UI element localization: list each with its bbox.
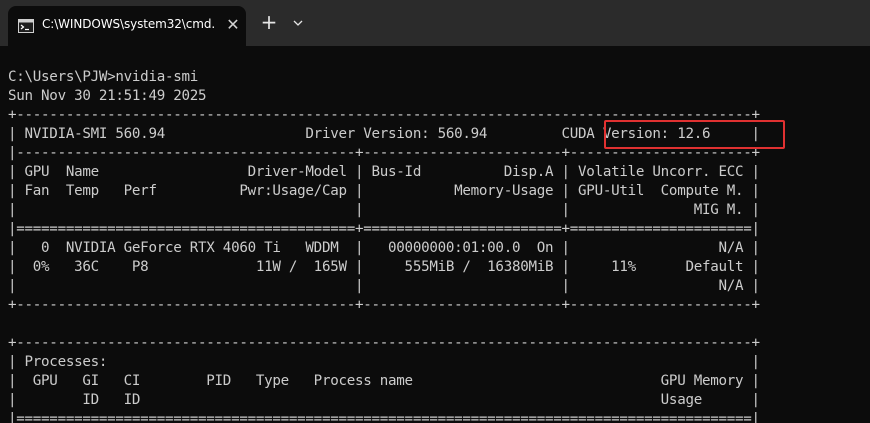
terminal-line: +---------------------------------------… xyxy=(8,335,760,351)
terminal-line: |=======================================… xyxy=(8,221,760,237)
close-icon[interactable]: ✕ xyxy=(224,16,242,34)
new-tab-button[interactable]: + xyxy=(258,12,280,34)
terminal-line: | | | MIG M. | xyxy=(8,202,760,218)
tab-title: C:\WINDOWS\system32\cmd. xyxy=(42,17,216,31)
terminal-line: |=======================================… xyxy=(8,411,760,423)
terminal-line: | 0 NVIDIA GeForce RTX 4060 Ti WDDM | 00… xyxy=(8,240,760,256)
title-bar: C:\WINDOWS\system32\cmd. ✕ + xyxy=(0,0,870,46)
terminal-line: | | | N/A | xyxy=(8,278,760,294)
terminal-tab[interactable]: C:\WINDOWS\system32\cmd. ✕ xyxy=(8,6,246,46)
terminal-line: | GPU GI CI PID Type Process name GPU Me… xyxy=(8,373,760,389)
terminal-line: | GPU Name Driver-Model | Bus-Id Disp.A … xyxy=(8,164,760,180)
terminal-line: C:\Users\PJW>nvidia-smi xyxy=(8,69,199,85)
terminal-line: | 0% 36C P8 11W / 165W | 555MiB / 16380M… xyxy=(8,259,760,275)
terminal-line: | Fan Temp Perf Pwr:Usage/Cap | Memory-U… xyxy=(8,183,760,199)
terminal-output[interactable]: C:\Users\PJW>nvidia-smi Sun Nov 30 21:51… xyxy=(0,46,870,423)
terminal-line: | ID ID Usage | xyxy=(8,392,760,408)
terminal-line: | Processes: | xyxy=(8,354,760,370)
terminal-line: Sun Nov 30 21:51:49 2025 xyxy=(8,88,207,104)
chevron-down-icon[interactable] xyxy=(289,14,307,32)
cuda-version-highlight xyxy=(604,120,785,149)
terminal-line: +---------------------------------------… xyxy=(8,297,760,313)
cmd-icon xyxy=(18,18,34,33)
